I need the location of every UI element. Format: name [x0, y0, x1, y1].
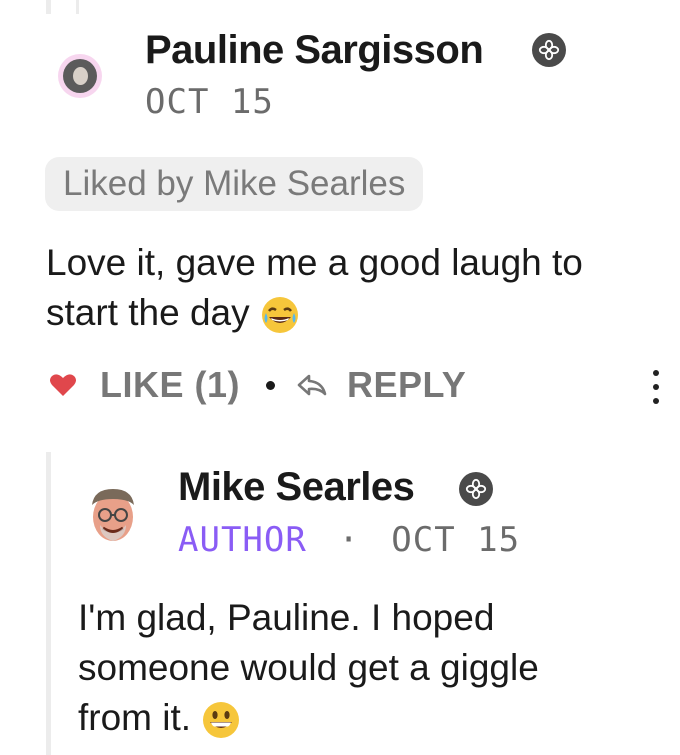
comment-text: Love it, gave me a good laugh to start t…: [46, 238, 583, 338]
avatar-photo: [92, 489, 134, 541]
flower-badge-icon: [459, 472, 493, 506]
reply-author[interactable]: Mike Searles: [178, 465, 415, 510]
separator-dot: [266, 380, 276, 390]
comment-author[interactable]: Pauline Sargisson: [145, 28, 484, 73]
reply-thread-line: [46, 452, 51, 755]
reply-text: I'm glad, Pauline. I hoped someone would…: [78, 593, 539, 743]
meta-separator: ·: [338, 520, 360, 560]
laughing-emoji-icon: [261, 297, 298, 334]
avatar[interactable]: [88, 485, 138, 545]
thread-line: [46, 0, 51, 14]
comment-text-line: Love it, gave me a good laugh to: [46, 242, 583, 283]
liked-by-badge: Liked by Mike Searles: [45, 157, 424, 211]
grinning-emoji-icon: [203, 702, 240, 739]
reply-button[interactable]: REPLY: [347, 364, 466, 406]
author-role-badge: AUTHOR: [178, 520, 307, 560]
reply-date: OCT 15: [391, 520, 521, 560]
avatar[interactable]: [58, 54, 102, 98]
reply-text-line: someone would get a giggle: [78, 647, 539, 688]
comment-text-line: start the day: [46, 288, 583, 338]
more-options-icon[interactable]: [651, 370, 661, 404]
like-button[interactable]: LIKE (1): [100, 364, 240, 406]
comment-date: OCT 15: [145, 82, 274, 122]
reply-meta: AUTHOR · OCT 15: [178, 520, 520, 560]
reply-icon[interactable]: [295, 370, 329, 400]
flower-badge-icon: [532, 33, 566, 67]
comment-actions: LIKE (1) REPLY: [48, 360, 466, 410]
reply-text-line: from it.: [78, 693, 539, 743]
avatar-photo: [63, 59, 97, 93]
heart-icon[interactable]: [48, 370, 78, 400]
reply-text-line: I'm glad, Pauline. I hoped: [78, 597, 495, 638]
thread-line: [76, 0, 79, 14]
